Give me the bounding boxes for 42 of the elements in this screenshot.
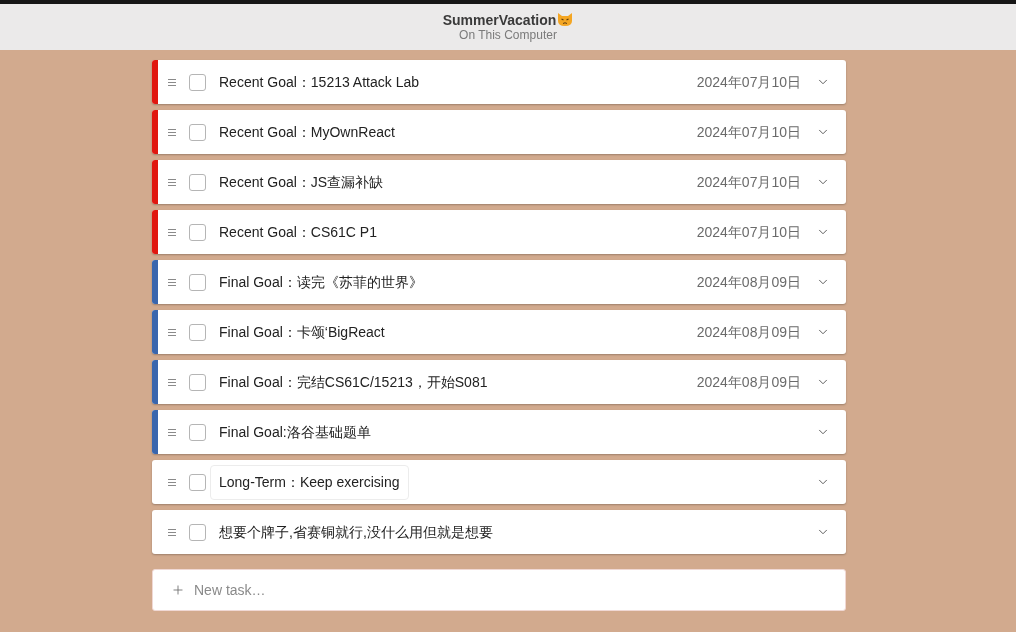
drag-handle-icon[interactable] <box>168 228 176 236</box>
task-checkbox[interactable] <box>189 73 206 91</box>
due-date: 2024年08月09日 <box>696 322 801 342</box>
drag-handle-icon[interactable] <box>168 128 176 136</box>
due-date: 2024年07月10日 <box>696 172 801 192</box>
task-checkbox[interactable] <box>189 173 206 191</box>
task-checkbox[interactable] <box>189 123 206 141</box>
due-date: 2024年08月09日 <box>696 272 801 292</box>
due-date: 2024年07月10日 <box>696 122 801 142</box>
plus-icon <box>171 583 185 597</box>
task-title[interactable]: Final Goal：读完《苏菲的世界》 <box>210 264 432 300</box>
task-checkbox[interactable] <box>189 473 206 491</box>
task-title[interactable]: Recent Goal：MyOwnReact <box>210 114 404 150</box>
task-checkbox[interactable] <box>189 323 206 341</box>
cat-face-icon <box>557 12 574 27</box>
due-date: 2024年07月10日 <box>696 72 801 92</box>
drag-handle-icon[interactable] <box>168 478 176 486</box>
task-checkbox[interactable] <box>189 223 206 241</box>
task-title[interactable]: Recent Goal：CS61C P1 <box>210 214 386 250</box>
drag-handle-icon[interactable] <box>168 278 176 286</box>
task-checkbox[interactable] <box>189 273 206 291</box>
drag-handle-icon[interactable] <box>168 528 176 536</box>
drag-handle-icon[interactable] <box>168 328 176 336</box>
drag-handle-icon[interactable] <box>168 428 176 436</box>
task-title[interactable]: Long-Term：Keep exercising <box>210 464 409 500</box>
task-title[interactable]: Final Goal：卡颂‘BigReact <box>210 314 394 350</box>
window-subtitle: On This Computer <box>459 27 557 43</box>
task-title[interactable]: Recent Goal：JS查漏补缺 <box>210 164 393 200</box>
due-date: 2024年07月10日 <box>696 222 801 242</box>
due-date: 2024年08月09日 <box>696 372 801 392</box>
drag-handle-icon[interactable] <box>168 378 176 386</box>
task-title[interactable]: Final Goal：完结CS61C/15213，开始S081 <box>210 364 497 400</box>
task-title[interactable]: Recent Goal：15213 Attack Lab <box>210 64 429 100</box>
window-title: SummerVacation <box>442 11 557 28</box>
drag-handle-icon[interactable] <box>168 178 176 186</box>
new-task-field[interactable]: New task… <box>152 569 846 611</box>
task-title[interactable]: Final Goal:洛谷基础题单 <box>210 414 380 450</box>
task-checkbox[interactable] <box>189 423 206 441</box>
task-checkbox[interactable] <box>189 523 206 541</box>
task-checkbox[interactable] <box>189 373 206 391</box>
drag-handle-icon[interactable] <box>168 78 176 86</box>
task-title[interactable]: 想要个牌子,省赛铜就行,没什么用但就是想要 <box>210 514 502 550</box>
